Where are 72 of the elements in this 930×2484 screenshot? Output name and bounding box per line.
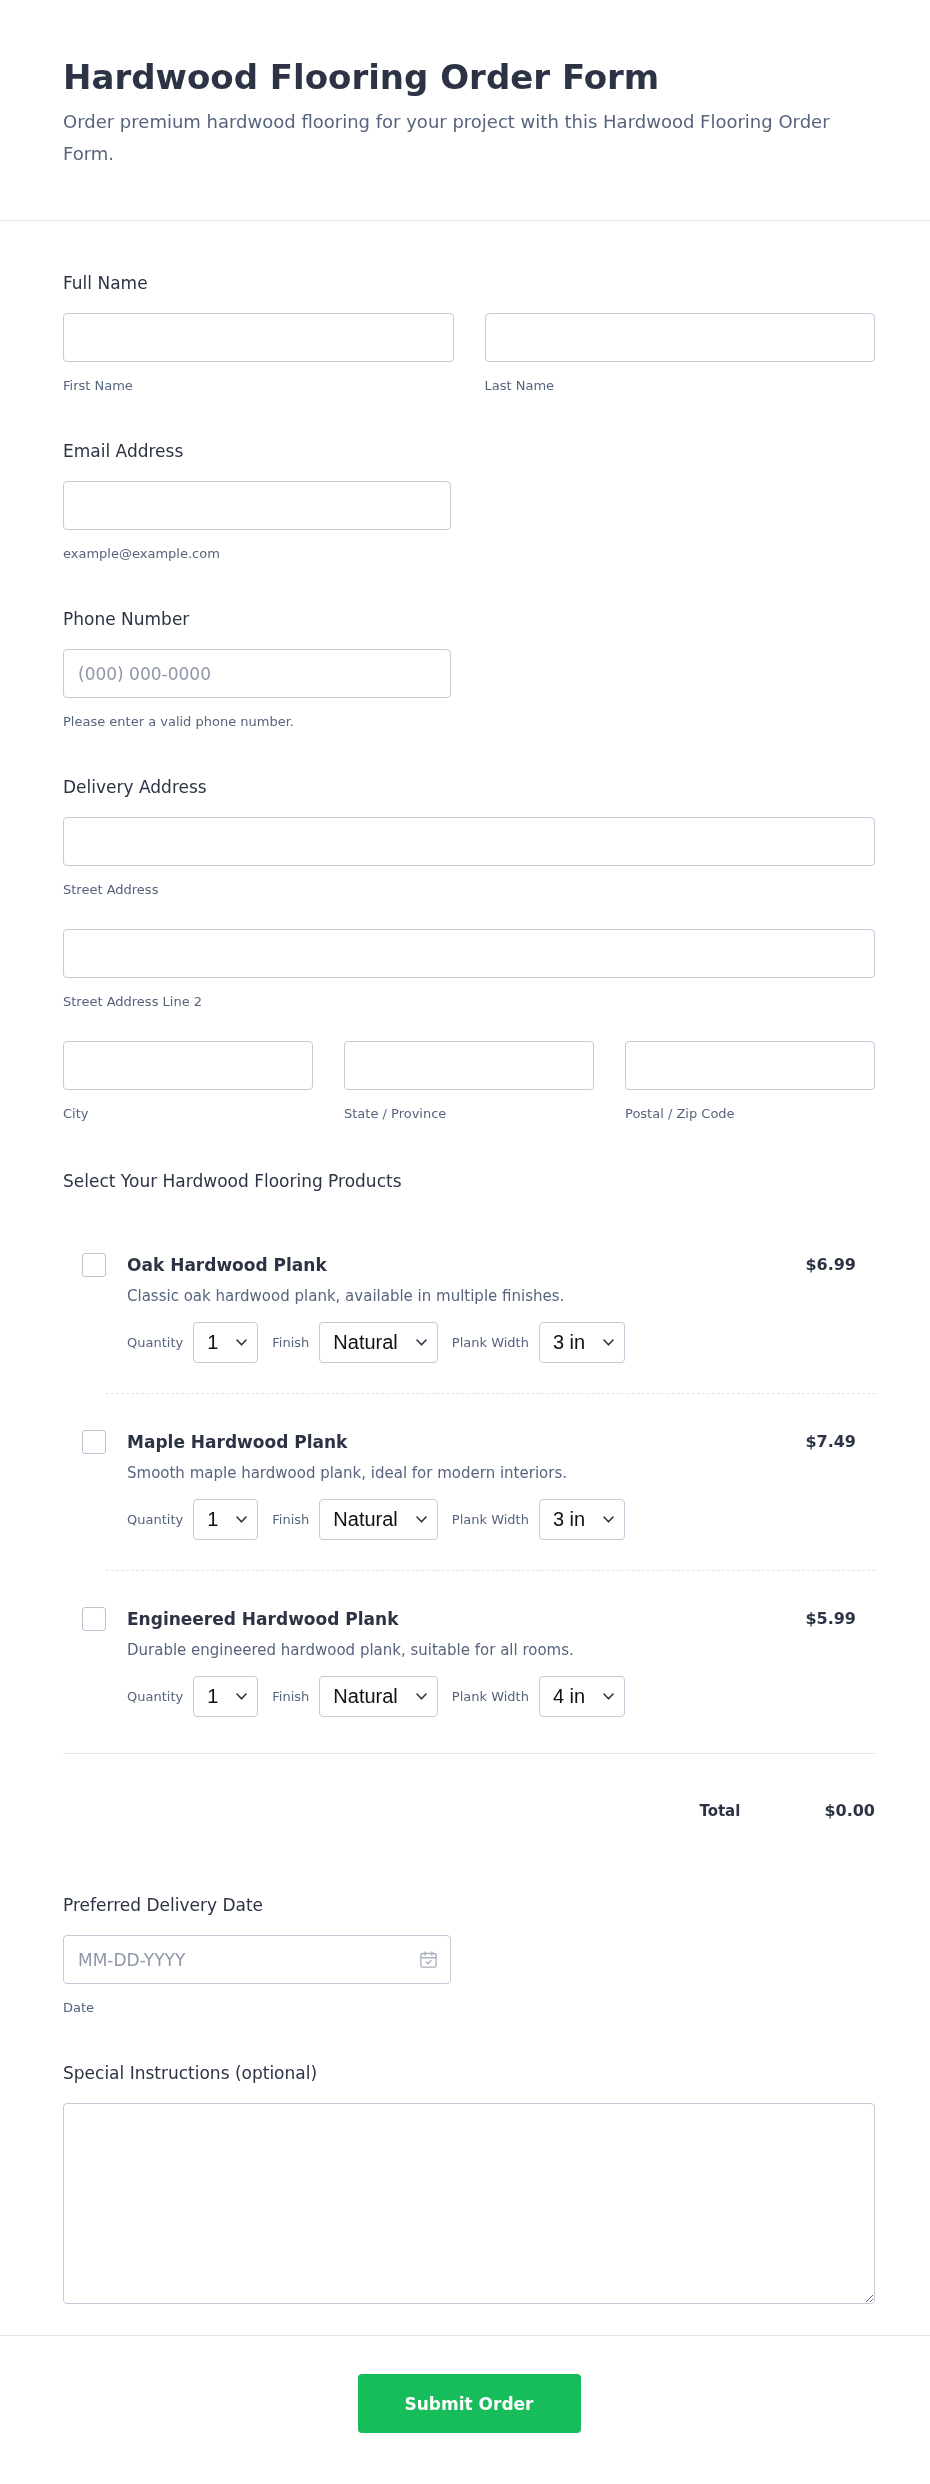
option-label: Finish (272, 1687, 310, 1706)
date-field[interactable]: MM-DD-YYYY (63, 1935, 451, 1984)
product-description: Smooth maple hardwood plank, ideal for modern interiors. (127, 1463, 568, 1484)
field-label: Preferred Delivery Date (63, 1894, 265, 1917)
chevron-down-icon (415, 1693, 427, 1700)
field-label: Special Instructions (optional) (63, 2062, 319, 2085)
chevron-down-icon (415, 1339, 427, 1346)
product-price: $6.99 (805, 1254, 856, 1276)
option-label: Quantity (127, 1510, 184, 1529)
product-price: $7.49 (805, 1431, 856, 1453)
state-province-field[interactable] (344, 1041, 594, 1090)
field-caption: example@example.com (63, 545, 221, 563)
option-label: Finish (272, 1510, 310, 1529)
quantity-select[interactable]: 1 (193, 1676, 259, 1717)
finish-select[interactable]: Natural (319, 1322, 438, 1363)
chevron-down-icon (603, 1339, 615, 1346)
option-label: Plank Width (451, 1510, 529, 1529)
field-caption: Street Address Line 2 (63, 993, 204, 1011)
email-field[interactable] (63, 481, 451, 530)
chevron-down-icon (415, 1516, 427, 1523)
field-label: Phone Number (63, 608, 191, 631)
total-amount: $0.00 (824, 1800, 875, 1822)
chevron-down-icon (236, 1693, 248, 1700)
product-description: Durable engineered hardwood plank, suitable for all rooms. (127, 1640, 575, 1661)
instructions-field[interactable] (63, 2103, 875, 2304)
chevron-down-icon (236, 1516, 248, 1523)
product-price: $5.99 (805, 1608, 856, 1630)
finish-select[interactable]: Natural (319, 1676, 438, 1717)
chevron-down-icon (603, 1516, 615, 1523)
zip-code-field[interactable] (625, 1041, 875, 1090)
field-caption: State / Province (344, 1105, 448, 1123)
quantity-select[interactable]: 1 (193, 1322, 259, 1363)
checkbox[interactable] (82, 1607, 106, 1631)
plank-width-select[interactable]: 4 in (538, 1676, 626, 1717)
checkbox[interactable] (82, 1430, 106, 1454)
field-caption: Date (63, 1999, 96, 2017)
city-field[interactable] (63, 1041, 313, 1090)
street-address-line-2-field[interactable] (63, 929, 875, 978)
option-label: Quantity (127, 1333, 184, 1352)
product-name: Maple Hardwood Plank (127, 1431, 349, 1454)
checkbox[interactable] (82, 1253, 106, 1277)
chevron-down-icon (603, 1693, 615, 1700)
option-label: Plank Width (451, 1333, 529, 1352)
first-name-field[interactable] (63, 313, 454, 362)
product-name: Engineered Hardwood Plank (127, 1608, 400, 1631)
street-address-field[interactable] (63, 817, 875, 866)
field-label: Delivery Address (63, 776, 208, 799)
option-label: Finish (272, 1333, 310, 1352)
chevron-down-icon (236, 1339, 248, 1346)
field-caption: Please enter a valid phone number. (63, 713, 295, 731)
field-caption: Last Name (484, 377, 556, 395)
field-caption: Postal / Zip Code (625, 1105, 736, 1123)
total-label: Total (699, 1801, 741, 1822)
form-description: Order premium hardwood flooring for your project with this Hardwood Flooring Order Form. (63, 110, 831, 166)
form-title: Hardwood Flooring Order Form (63, 56, 661, 99)
quantity-select[interactable]: 1 (193, 1499, 259, 1540)
field-caption: City (63, 1105, 90, 1123)
field-label: Full Name (63, 272, 149, 295)
last-name-field[interactable] (484, 313, 875, 362)
finish-select[interactable]: Natural (319, 1499, 438, 1540)
phone-field[interactable]: (000) 000-0000 (63, 649, 451, 698)
product-name: Oak Hardwood Plank (127, 1254, 328, 1277)
field-label: Select Your Hardwood Flooring Products (63, 1170, 403, 1193)
product-description: Classic oak hardwood plank, available in multiple finishes. (127, 1286, 566, 1307)
plank-width-select[interactable]: 3 in (538, 1322, 626, 1363)
option-label: Plank Width (451, 1687, 529, 1706)
field-caption: Street Address (63, 881, 160, 899)
field-caption: First Name (63, 377, 134, 395)
field-label: Email Address (63, 440, 185, 463)
option-label: Quantity (127, 1687, 184, 1706)
plank-width-select[interactable]: 3 in (538, 1499, 626, 1540)
calendar-icon[interactable] (420, 1951, 437, 1968)
